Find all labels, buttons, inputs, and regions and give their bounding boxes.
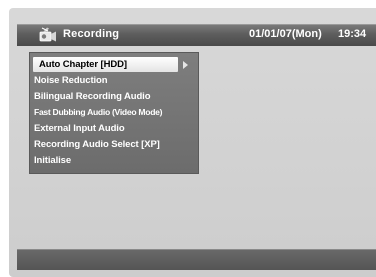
menu-item-noise-reduction[interactable]: Noise Reduction xyxy=(34,73,108,88)
menu-item-auto-chapter[interactable]: Auto Chapter [HDD] xyxy=(33,57,178,72)
recording-camera-icon xyxy=(39,26,57,44)
menu-item-initialise[interactable]: Initialise xyxy=(34,153,71,168)
footer-bar xyxy=(17,249,376,270)
time-display: 19:34 xyxy=(338,28,367,40)
header-bar: Recording 01/01/07(Mon) 19:34 xyxy=(17,24,376,46)
menu-item-external-input-audio[interactable]: External Input Audio xyxy=(34,121,125,136)
recording-settings-menu: Auto Chapter [HDD] Noise Reduction Bilin… xyxy=(29,52,199,174)
date-display: 01/01/07(Mon) xyxy=(249,28,322,40)
chevron-right-icon xyxy=(183,61,188,69)
page-title: Recording xyxy=(63,28,120,40)
menu-item-fast-dubbing-audio[interactable]: Fast Dubbing Audio (Video Mode) xyxy=(34,105,162,120)
menu-item-bilingual-recording-audio[interactable]: Bilingual Recording Audio xyxy=(34,89,151,104)
menu-item-recording-audio-select[interactable]: Recording Audio Select [XP] xyxy=(34,137,160,152)
